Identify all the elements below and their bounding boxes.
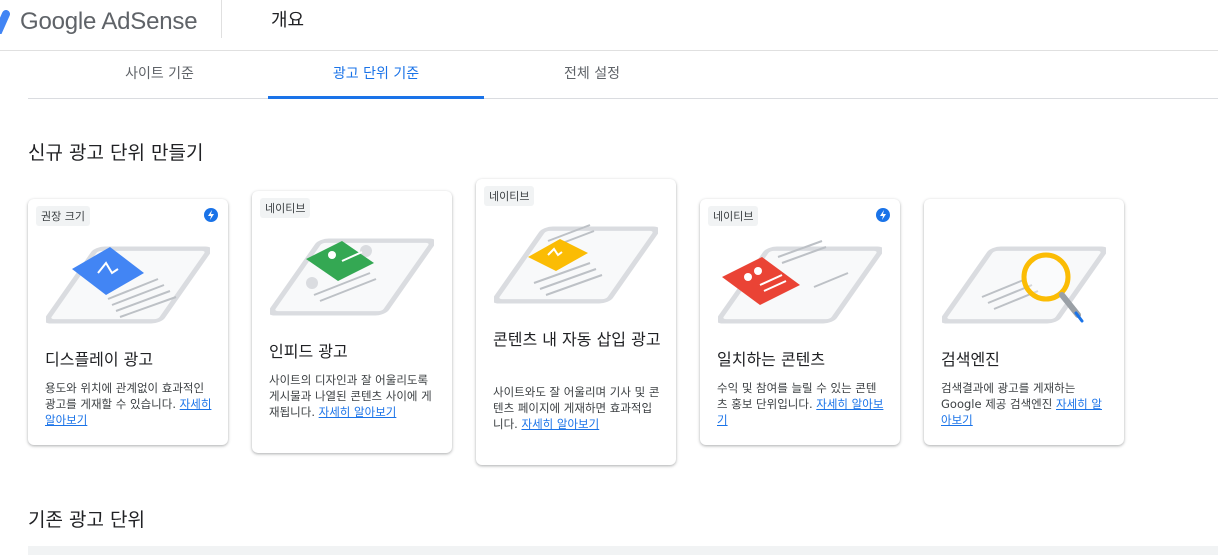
card-badge: 네이티브 [260, 198, 311, 218]
existing-ad-units-heading: 기존 광고 단위 [28, 509, 145, 531]
card-description: 수익 및 참여를 늘릴 수 있는 콘텐츠 홍보 단위입니다. 자세히 알아보기 [717, 381, 884, 427]
card-title: 일치하는 콘텐츠 [717, 350, 826, 369]
card-description: 사이트의 디자인과 잘 어울리도록 게시물과 나열된 콘텐츠 사이에 게재됩니다… [269, 373, 432, 419]
card-badge: 권장 크기 [36, 206, 90, 226]
card-matched-content[interactable]: 네이티브 일치하는 콘텐츠 수익 및 참여를 늘릴 수 있는 콘텐츠 홍보 단위… [700, 199, 900, 445]
learn-more-link[interactable]: 자세히 알아보기 [319, 405, 397, 419]
adsense-logo-icon [0, 10, 10, 34]
inarticle-ad-illustration [494, 224, 658, 304]
tab-bar: 사이트 기준 광고 단위 기준 전체 설정 [28, 51, 1218, 99]
card-inarticle-ads[interactable]: 네이티브 콘텐츠 내 자동 삽입 광고 사이트와도 잘 어울리며 기사 및 콘텐… [476, 179, 676, 465]
card-search-engine[interactable]: 검색엔진 검색결과에 광고를 게재하는 Google 제공 검색엔진 자세히 알… [924, 199, 1124, 445]
bolt-icon [204, 208, 218, 222]
new-ad-unit-heading: 신규 광고 단위 만들기 [28, 142, 204, 164]
tab-global-settings[interactable]: 전체 설정 [484, 51, 700, 98]
card-infeed-ads[interactable]: 네이티브 인피드 광고 사이트의 디자인과 잘 어울리도록 게시물과 나열된 콘… [252, 191, 452, 453]
learn-more-link[interactable]: 자세히 알아보기 [521, 417, 599, 431]
card-title: 검색엔진 [941, 350, 1000, 369]
card-title: 콘텐츠 내 자동 삽입 광고 [493, 330, 661, 349]
card-title: 인피드 광고 [269, 342, 348, 361]
card-badge: 네이티브 [484, 186, 535, 206]
tab-by-ad-unit[interactable]: 광고 단위 기준 [268, 51, 484, 99]
card-description: 검색결과에 광고를 게재하는 Google 제공 검색엔진 자세히 알아보기 [941, 381, 1102, 427]
card-display-ads[interactable]: 권장 크기 디스플레이 광고 용도와 위치에 관계없이 효과적인 광고를 게재할… [28, 199, 228, 445]
existing-ad-units-table [28, 546, 1218, 555]
bolt-icon [876, 208, 890, 222]
page-title: 개요 [271, 10, 305, 31]
card-title: 디스플레이 광고 [45, 350, 154, 369]
tab-by-site[interactable]: 사이트 기준 [28, 51, 291, 98]
card-badge: 네이티브 [708, 206, 759, 226]
card-description: 용도와 위치에 관계없이 효과적인 광고를 게재할 수 있습니다. 자세히 알아… [45, 381, 212, 427]
search-engine-illustration [942, 246, 1106, 324]
matched-content-illustration [718, 240, 882, 324]
header-divider [221, 0, 222, 38]
card-description: 사이트와도 잘 어울리며 기사 및 콘텐츠 페이지에 게재하면 효과적입니다. … [493, 385, 660, 431]
top-bar: Google AdSense 개요 [0, 0, 1218, 51]
display-ad-illustration [46, 246, 210, 324]
logo-text: Google AdSense [20, 8, 198, 35]
adsense-logo[interactable]: Google AdSense [0, 2, 198, 42]
infeed-ad-illustration [270, 238, 434, 316]
